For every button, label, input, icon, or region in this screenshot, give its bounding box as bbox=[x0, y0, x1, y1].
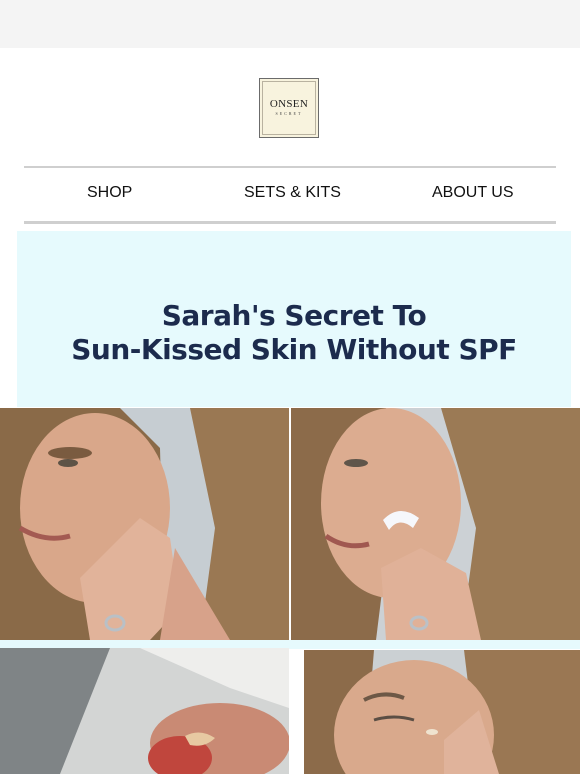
logo-subtitle: SECRET bbox=[275, 111, 303, 116]
hero-title-line-2: Sun-Kissed Skin Without SPF bbox=[71, 333, 517, 366]
photo-woman-applying-cream[interactable] bbox=[291, 408, 580, 640]
hero-banner: Sarah's Secret To Sun-Kissed Skin Withou… bbox=[17, 231, 571, 407]
photo-hand-with-product-illustration bbox=[0, 648, 289, 774]
hero-title-line-1: Sarah's Secret To bbox=[161, 299, 427, 332]
photo-woman-applying-cream-illustration bbox=[291, 408, 580, 640]
logo-wordmark: ONSEN bbox=[269, 98, 309, 110]
nav-link-shop[interactable]: SHOP bbox=[87, 184, 132, 206]
email-page: ONSEN SECRET SHOP SETS & KITS ABOUT US S… bbox=[0, 0, 580, 774]
nav-divider-bottom bbox=[24, 221, 556, 224]
logo-frame: ONSEN SECRET bbox=[262, 81, 316, 135]
photo-woman-blending-cream[interactable] bbox=[304, 650, 580, 774]
photo-woman-touching-face[interactable] bbox=[0, 408, 289, 640]
nav-link-sets-kits[interactable]: SETS & KITS bbox=[244, 184, 341, 206]
brand-logo[interactable]: ONSEN SECRET bbox=[259, 78, 319, 138]
top-band bbox=[0, 0, 580, 48]
photo-woman-blending-cream-illustration bbox=[304, 650, 580, 774]
photo-hand-with-product[interactable] bbox=[0, 648, 289, 774]
nav-divider-top bbox=[24, 166, 556, 168]
hero-title: Sarah's Secret To Sun-Kissed Skin Withou… bbox=[17, 299, 571, 367]
nav-link-about-us[interactable]: ABOUT US bbox=[432, 184, 514, 206]
photo-woman-touching-face-illustration bbox=[0, 408, 289, 640]
